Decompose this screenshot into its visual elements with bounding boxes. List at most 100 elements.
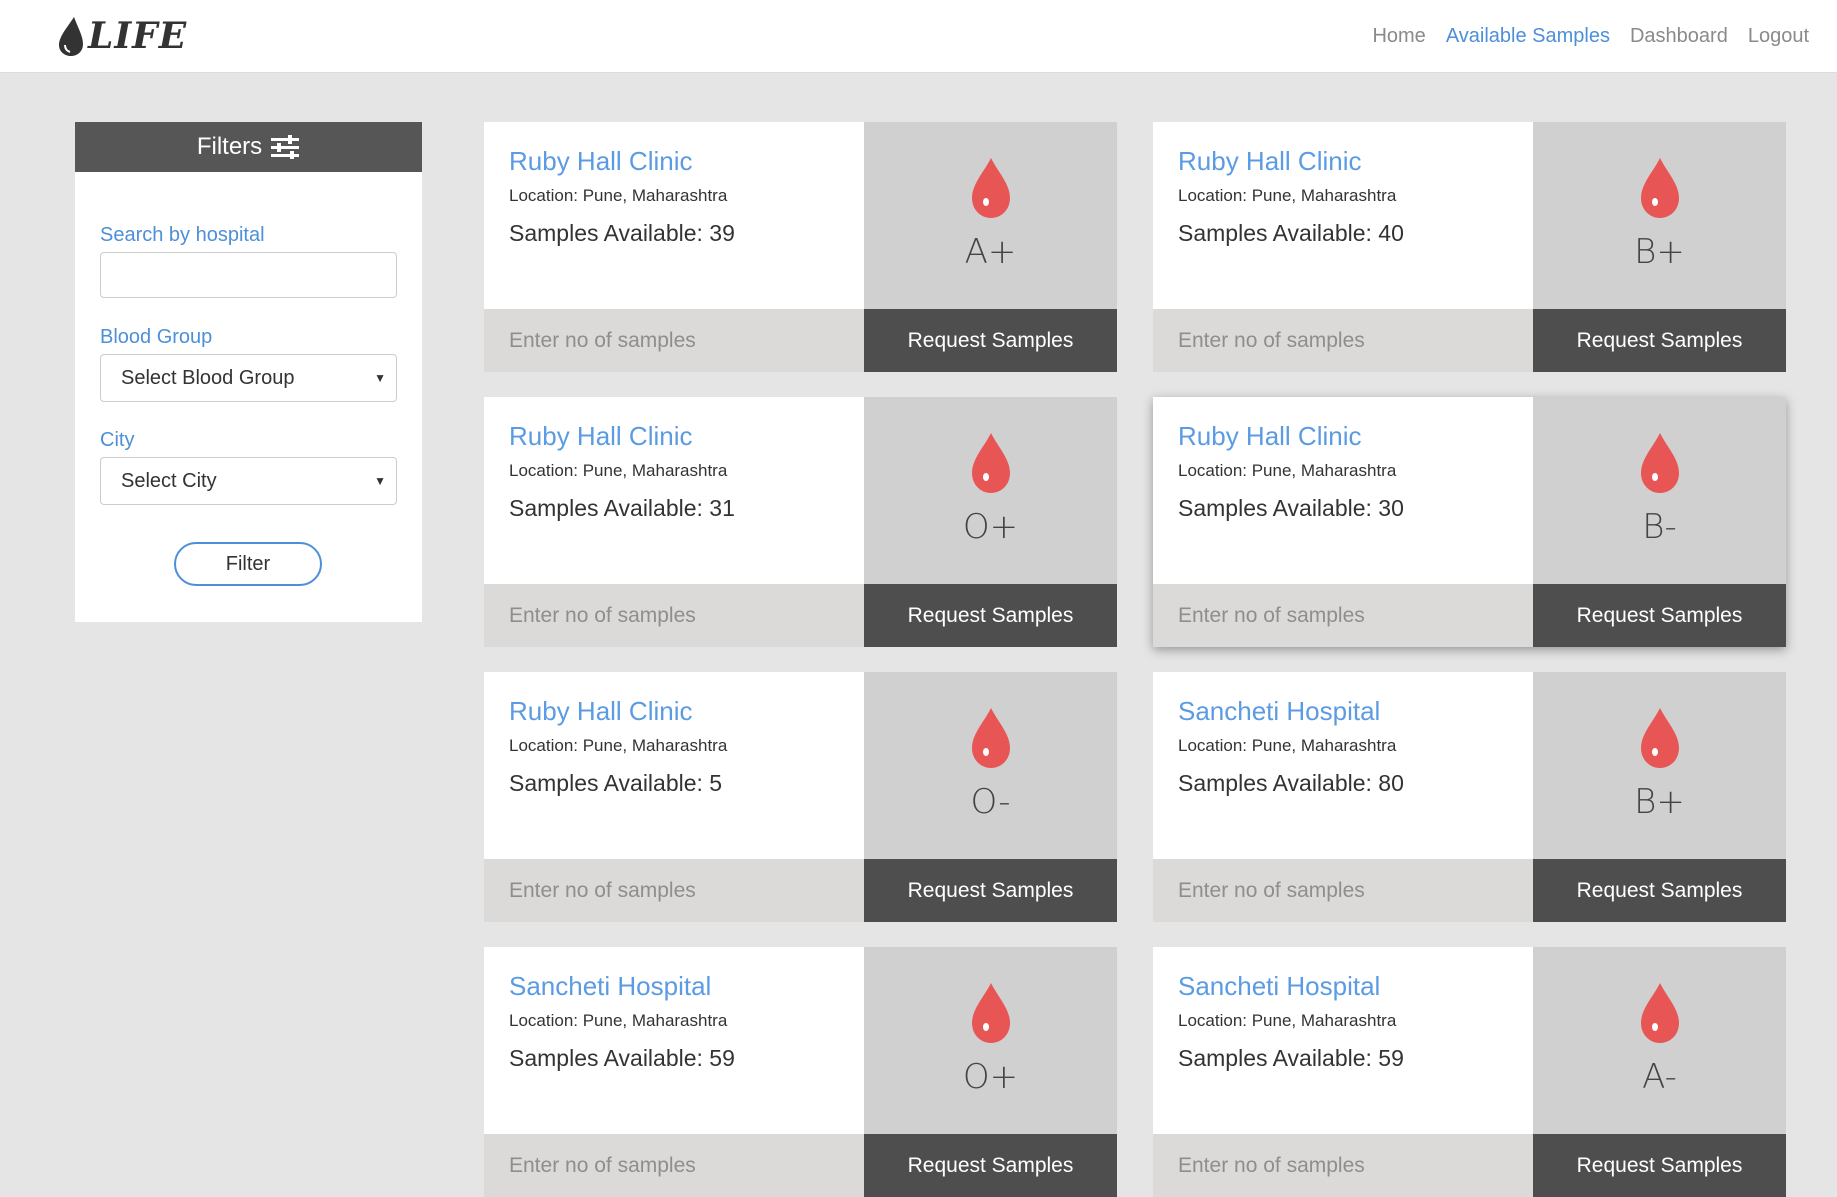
- blood-group-panel: B+: [1533, 672, 1786, 859]
- caret-down-icon: ▼: [374, 371, 386, 385]
- sample-card: Ruby Hall Clinic Location: Pune, Maharas…: [484, 672, 1117, 922]
- nav-dashboard[interactable]: Dashboard: [1630, 25, 1728, 48]
- blood-group-type: O+: [962, 507, 1019, 547]
- blood-drop-icon: [1641, 433, 1679, 493]
- nav-logout[interactable]: Logout: [1748, 25, 1809, 48]
- hospital-name[interactable]: Ruby Hall Clinic: [509, 146, 693, 177]
- filters-header: Filters: [75, 122, 422, 172]
- blood-group-type: A+: [964, 232, 1017, 272]
- caret-down-icon: ▼: [374, 474, 386, 488]
- search-label: Search by hospital: [100, 224, 265, 246]
- samples-available: Samples Available: 39: [509, 220, 735, 246]
- search-hospital-input[interactable]: [100, 252, 397, 298]
- request-samples-button[interactable]: Request Samples: [1533, 584, 1786, 647]
- nav-home[interactable]: Home: [1372, 25, 1425, 48]
- hospital-location: Location: Pune, Maharashtra: [1178, 186, 1397, 205]
- samples-available: Samples Available: 59: [1178, 1045, 1404, 1071]
- sample-card: Sancheti Hospital Location: Pune, Mahara…: [484, 947, 1117, 1197]
- sample-card: Ruby Hall Clinic Location: Pune, Maharas…: [484, 397, 1117, 647]
- card-info: Sancheti Hospital Location: Pune, Mahara…: [1153, 947, 1533, 1134]
- blood-drop-icon: [972, 433, 1010, 493]
- samples-available: Samples Available: 40: [1178, 220, 1404, 246]
- city-label: City: [100, 429, 135, 451]
- hospital-location: Location: Pune, Maharashtra: [1178, 1011, 1397, 1030]
- request-samples-button[interactable]: Request Samples: [1533, 1134, 1786, 1197]
- blood-group-panel: O+: [864, 397, 1117, 584]
- hospital-name[interactable]: Ruby Hall Clinic: [509, 696, 693, 727]
- hospital-name[interactable]: Ruby Hall Clinic: [1178, 421, 1362, 452]
- hospital-name[interactable]: Sancheti Hospital: [509, 971, 711, 1002]
- city-selected: Select City: [121, 469, 217, 492]
- card-info: Ruby Hall Clinic Location: Pune, Maharas…: [1153, 122, 1533, 309]
- city-select[interactable]: Select City ▼: [100, 457, 397, 505]
- request-samples-button[interactable]: Request Samples: [864, 584, 1117, 647]
- samples-available: Samples Available: 80: [1178, 770, 1404, 796]
- blood-group-type: O+: [962, 1057, 1019, 1097]
- samples-quantity-input[interactable]: Enter no of samples: [484, 859, 864, 922]
- request-samples-button[interactable]: Request Samples: [864, 1134, 1117, 1197]
- hospital-location: Location: Pune, Maharashtra: [509, 186, 728, 205]
- top-navbar: LIFE Home Available Samples Dashboard Lo…: [0, 0, 1837, 73]
- blood-group-panel: O-: [864, 672, 1117, 859]
- card-info: Sancheti Hospital Location: Pune, Mahara…: [1153, 672, 1533, 859]
- hospital-name[interactable]: Sancheti Hospital: [1178, 971, 1380, 1002]
- sample-card: Sancheti Hospital Location: Pune, Mahara…: [1153, 947, 1786, 1197]
- blood-drop-icon: [1641, 983, 1679, 1043]
- blood-drop-icon: [972, 983, 1010, 1043]
- blood-group-panel: B-: [1533, 397, 1786, 584]
- card-info: Ruby Hall Clinic Location: Pune, Maharas…: [1153, 397, 1533, 584]
- blood-group-select[interactable]: Select Blood Group ▼: [100, 354, 397, 402]
- samples-available: Samples Available: 5: [509, 770, 723, 796]
- blood-group-type: B-: [1642, 507, 1677, 547]
- blood-group-type: B+: [1634, 232, 1685, 272]
- sample-card: Sancheti Hospital Location: Pune, Mahara…: [1153, 672, 1786, 922]
- hospital-location: Location: Pune, Maharashtra: [509, 461, 728, 480]
- samples-quantity-input[interactable]: Enter no of samples: [484, 309, 864, 372]
- blood-group-type: B+: [1634, 782, 1685, 822]
- filters-panel: Filters Search by hospital Blood Group S…: [75, 122, 422, 622]
- hospital-location: Location: Pune, Maharashtra: [509, 736, 728, 755]
- samples-available: Samples Available: 31: [509, 495, 735, 521]
- samples-available: Samples Available: 30: [1178, 495, 1404, 521]
- hospital-location: Location: Pune, Maharashtra: [1178, 736, 1397, 755]
- filter-button[interactable]: Filter: [174, 542, 322, 586]
- blood-group-type: O-: [970, 782, 1011, 822]
- blood-group-panel: A-: [1533, 947, 1786, 1134]
- request-samples-button[interactable]: Request Samples: [1533, 859, 1786, 922]
- sample-card: Ruby Hall Clinic Location: Pune, Maharas…: [1153, 397, 1786, 647]
- blood-group-selected: Select Blood Group: [121, 366, 295, 389]
- blood-drop-icon: [1641, 158, 1679, 218]
- request-samples-button[interactable]: Request Samples: [864, 309, 1117, 372]
- logo-text: LIFE: [88, 15, 188, 57]
- sliders-icon: [271, 135, 300, 159]
- blood-drop-icon: [972, 158, 1010, 218]
- sample-card: Ruby Hall Clinic Location: Pune, Maharas…: [484, 122, 1117, 372]
- nav-available-samples[interactable]: Available Samples: [1446, 25, 1610, 48]
- filters-title: Filters: [196, 133, 263, 160]
- brand-logo[interactable]: LIFE: [56, 12, 187, 60]
- request-samples-button[interactable]: Request Samples: [864, 859, 1117, 922]
- sample-card: Ruby Hall Clinic Location: Pune, Maharas…: [1153, 122, 1786, 372]
- samples-quantity-input[interactable]: Enter no of samples: [1153, 584, 1533, 647]
- nav-links: Home Available Samples Dashboard Logout: [1352, 0, 1809, 72]
- blood-group-panel: A+: [864, 122, 1117, 309]
- hospital-location: Location: Pune, Maharashtra: [509, 1011, 728, 1030]
- hospital-name[interactable]: Ruby Hall Clinic: [1178, 146, 1362, 177]
- blood-group-type: A-: [1642, 1057, 1677, 1097]
- samples-quantity-input[interactable]: Enter no of samples: [1153, 309, 1533, 372]
- hospital-location: Location: Pune, Maharashtra: [1178, 461, 1397, 480]
- request-samples-button[interactable]: Request Samples: [1533, 309, 1786, 372]
- samples-quantity-input[interactable]: Enter no of samples: [1153, 1134, 1533, 1197]
- blood-drop-icon: [972, 708, 1010, 768]
- blood-group-panel: O+: [864, 947, 1117, 1134]
- samples-quantity-input[interactable]: Enter no of samples: [484, 1134, 864, 1197]
- samples-quantity-input[interactable]: Enter no of samples: [484, 584, 864, 647]
- card-info: Ruby Hall Clinic Location: Pune, Maharas…: [484, 122, 864, 309]
- hospital-name[interactable]: Sancheti Hospital: [1178, 696, 1380, 727]
- samples-quantity-input[interactable]: Enter no of samples: [1153, 859, 1533, 922]
- card-info: Ruby Hall Clinic Location: Pune, Maharas…: [484, 397, 864, 584]
- hospital-name[interactable]: Ruby Hall Clinic: [509, 421, 693, 452]
- blood-drop-icon: [59, 17, 83, 56]
- samples-available: Samples Available: 59: [509, 1045, 735, 1071]
- blood-group-label: Blood Group: [100, 326, 213, 348]
